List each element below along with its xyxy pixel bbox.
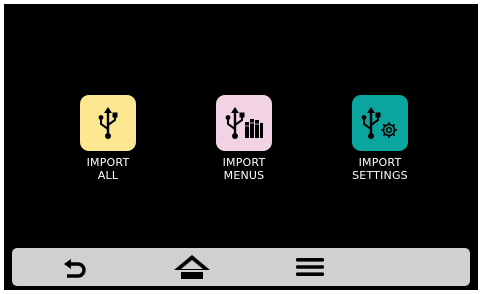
bottom-nav-bar [12,248,470,286]
home-button[interactable] [164,248,220,286]
back-arrow-icon [64,259,86,278]
import-settings-button[interactable]: IMPORT SETTINGS [340,95,420,182]
usb-gear-icon [361,107,397,139]
hamburger-menu-icon [296,258,324,276]
import-menus-label-line2: MENUS [223,169,265,182]
import-settings-tile-background [352,95,408,151]
usb-icon [98,107,118,139]
import-settings-label-line2: SETTINGS [352,169,408,182]
home-icon [174,255,210,279]
import-menus-label-line1: IMPORT [222,156,266,169]
import-all-label-line2: ALL [97,169,119,182]
import-all-label-line1: IMPORT [86,156,130,169]
import-menus-label: IMPORT MENUS [204,156,284,182]
import-menus-tile-background [216,95,272,151]
import-all-tile-background [80,95,136,151]
usb-books-icon [225,107,263,139]
import-all-label: IMPORT ALL [68,156,148,182]
back-button[interactable] [48,248,104,286]
device-screen: IMPORT ALL IMPORT MENUS IMPORT SETTINGS [4,4,478,290]
import-settings-label: IMPORT SETTINGS [340,156,420,182]
import-all-button[interactable]: IMPORT ALL [68,95,148,182]
menu-button[interactable] [282,248,338,286]
import-menus-button[interactable]: IMPORT MENUS [204,95,284,182]
import-settings-label-line1: IMPORT [358,156,402,169]
